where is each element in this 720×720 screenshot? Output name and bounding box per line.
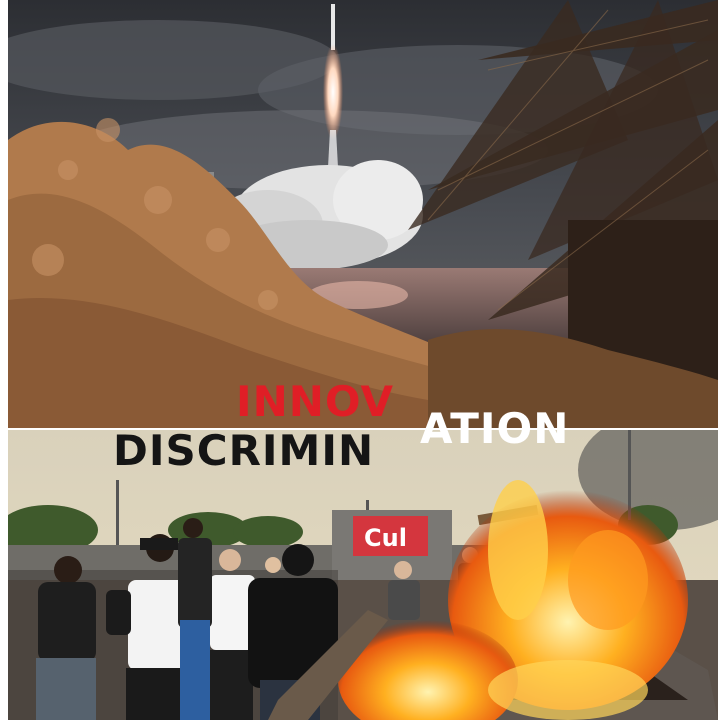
rocket-flame [323,44,343,140]
headline-innov: INNOV [236,377,395,426]
protester [178,518,212,720]
headline-ation: ATION [420,404,570,453]
rocket-launch-scene [8,0,718,428]
headline-discrimin: DISCRIMIN [113,426,375,475]
rocket-launch-photo [8,0,718,428]
utility-pole [116,480,119,550]
store-sign-text: Cul [364,524,407,552]
rocket [331,4,335,50]
